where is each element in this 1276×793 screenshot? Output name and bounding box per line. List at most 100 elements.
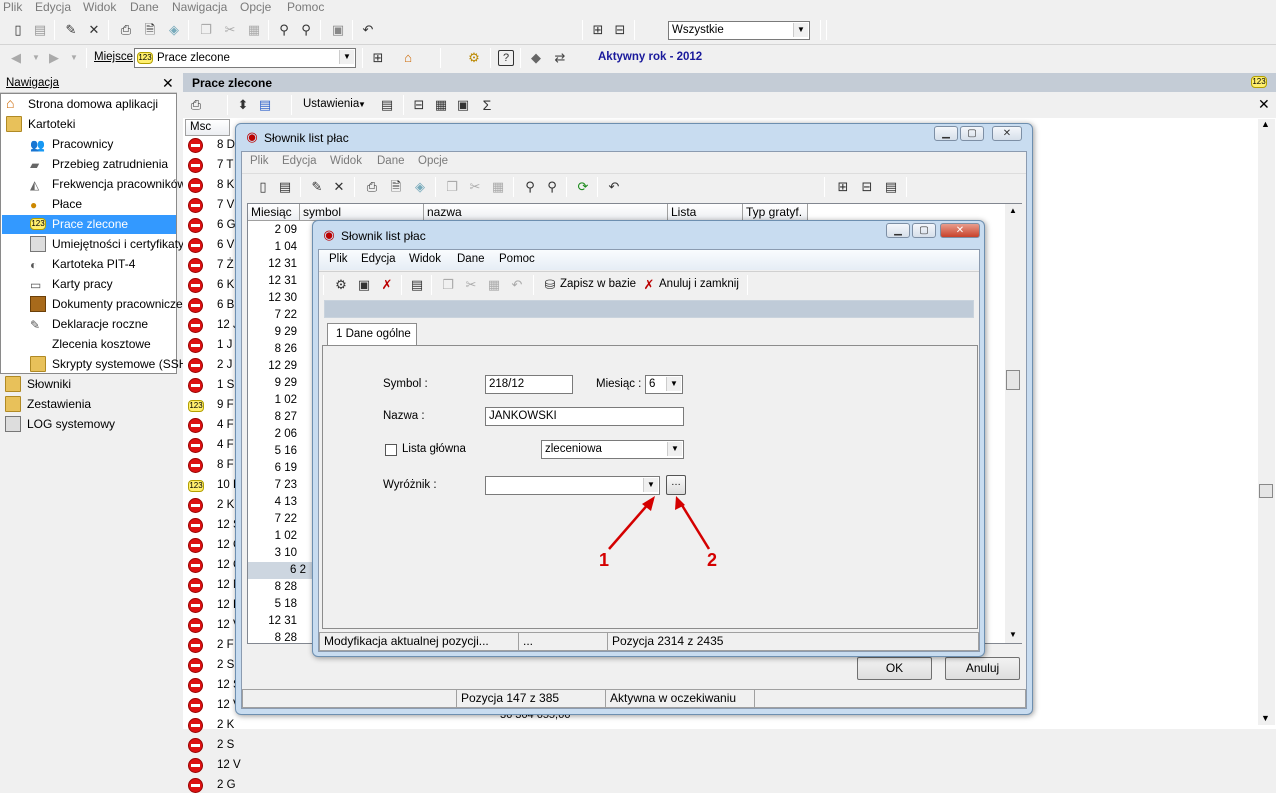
row-month[interactable]: 12 V <box>217 759 241 771</box>
chevron-down-icon[interactable]: ▼ <box>28 50 44 66</box>
table-row[interactable]: 12 31 <box>248 273 300 290</box>
table-row[interactable]: 12 29 <box>248 358 300 375</box>
col-lista-header[interactable]: Lista główna? <box>668 204 743 235</box>
properties-icon[interactable]: ▤ <box>409 277 425 293</box>
table-row[interactable]: 4 13 <box>248 494 300 511</box>
main-list-checkbox[interactable] <box>385 444 397 456</box>
table-row[interactable]: 8 26 <box>248 341 300 358</box>
paste-icon[interactable]: ▦ <box>246 22 262 38</box>
table-row[interactable]: 7 22 <box>248 307 300 324</box>
table-row[interactable]: 2 06 <box>248 426 300 443</box>
inner-menu-dane[interactable]: Dane <box>457 253 485 265</box>
row-month[interactable]: 8 D <box>217 139 235 151</box>
grid-icon[interactable]: ▤ <box>257 97 273 113</box>
row-month[interactable]: 6 V <box>217 239 234 251</box>
symbol-field[interactable]: 218/12 <box>485 375 573 394</box>
close-button[interactable]: ✕ <box>992 126 1022 141</box>
discard-icon[interactable]: ✗ <box>379 277 395 293</box>
filter-select[interactable]: Wszystkie ▼ <box>668 21 810 40</box>
ok-button[interactable]: OK <box>857 657 932 680</box>
new-document-icon[interactable]: ▯ <box>10 22 26 38</box>
undo-icon[interactable]: ↶ <box>606 179 622 195</box>
find-icon[interactable]: ⚲ <box>522 179 538 195</box>
undo-icon[interactable]: ↶ <box>509 277 525 293</box>
chevron-down-icon[interactable]: ▼ <box>793 23 808 37</box>
table-row[interactable]: 9 29 <box>248 324 300 341</box>
table-row[interactable]: 7 23 <box>248 477 300 494</box>
menu-plik[interactable]: Plik <box>3 0 22 14</box>
table-row[interactable]: 9 29 <box>248 375 300 392</box>
sort-icon[interactable]: ⬍ <box>235 97 251 113</box>
cut-icon[interactable]: ✂ <box>467 179 483 195</box>
inner-menu-widok[interactable]: Widok <box>409 253 441 265</box>
export-icon[interactable]: ◈ <box>166 22 182 38</box>
table-row[interactable]: 3 10 <box>248 545 300 562</box>
outer-menu-dane[interactable]: Dane <box>377 155 405 167</box>
cancel-button[interactable]: Anuluj <box>945 657 1020 680</box>
menu-pomoc[interactable]: Pomoc <box>287 0 324 14</box>
row-month[interactable]: 7 T <box>217 159 233 171</box>
undo-icon[interactable]: ↶ <box>360 22 376 38</box>
find-next-icon[interactable]: ⚲ <box>544 179 560 195</box>
tree-view-icon[interactable]: ⊞ <box>835 179 851 195</box>
table-row[interactable]: 8 28 <box>248 630 300 647</box>
table-row[interactable]: 1 04 <box>248 239 300 256</box>
row-month[interactable]: 2 S <box>217 659 234 671</box>
table-row[interactable]: 12 30 <box>248 290 300 307</box>
row-month[interactable]: 9 F <box>217 399 234 411</box>
cancel-close-button[interactable]: ✗ Anuluj i zamknij <box>641 275 741 295</box>
table-row[interactable]: 5 18 <box>248 596 300 613</box>
scroll-up-icon[interactable]: ▲ <box>1009 206 1017 215</box>
delete-icon[interactable]: ✕ <box>331 179 347 195</box>
month-select[interactable]: 6 ▼ <box>645 375 683 394</box>
row-month[interactable]: 4 F <box>217 439 234 451</box>
chevron-down-icon[interactable]: ▼ <box>667 442 682 456</box>
delete-icon[interactable]: ✕ <box>86 22 102 38</box>
table-row[interactable]: 8 28 <box>248 579 300 596</box>
col-typ-header[interactable]: Typ gratyf. <box>743 204 808 221</box>
chevron-down-icon[interactable]: ▼ <box>66 50 82 66</box>
row-month[interactable]: 1 J <box>217 339 232 351</box>
properties-icon[interactable]: ▤ <box>379 97 395 113</box>
menu-dane[interactable]: Dane <box>130 0 159 14</box>
chevron-down-icon[interactable]: ▼ <box>339 50 354 64</box>
gears-icon[interactable]: ⚙ <box>466 50 482 66</box>
print-preview-icon[interactable]: 🗎 <box>388 179 404 195</box>
save-button[interactable]: ⛁ Zapisz w bazie <box>542 275 638 295</box>
row-month[interactable]: 2 F <box>217 639 234 651</box>
forward-icon[interactable]: ▶ <box>46 50 62 66</box>
row-month[interactable]: 2 J <box>217 359 232 371</box>
table-row[interactable]: 1 02 <box>248 528 300 545</box>
tab-dane-ogolne[interactable]: 1 Dane ogólne <box>327 323 417 345</box>
layers-icon[interactable]: ◆ <box>528 50 544 66</box>
menu-nawigacja[interactable]: Nawigacja <box>172 0 227 14</box>
row-month[interactable]: 7 Ż <box>217 259 234 271</box>
back-icon[interactable]: ◀ <box>8 50 24 66</box>
layout-icon[interactable]: ▤ <box>883 179 899 195</box>
outer-menu-widok[interactable]: Widok <box>330 155 362 167</box>
inner-menu-plik[interactable]: Plik <box>329 253 348 265</box>
menu-widok[interactable]: Widok <box>83 0 116 14</box>
close-icon[interactable]: ✕ <box>162 75 174 92</box>
outer-menu-edycja[interactable]: Edycja <box>282 155 317 167</box>
save-icon[interactable]: ▣ <box>356 277 372 293</box>
copy-icon[interactable]: ❐ <box>440 277 456 293</box>
properties-icon[interactable]: ▤ <box>32 22 48 38</box>
table-row[interactable]: 8 27 <box>248 409 300 426</box>
scroll-down-icon[interactable]: ▼ <box>1009 630 1017 639</box>
close-icon[interactable]: ✕ <box>1258 96 1270 113</box>
type-select[interactable]: zleceniowa ▼ <box>541 440 684 459</box>
col-nazwa-header[interactable]: nazwa <box>424 204 668 221</box>
menu-opcje[interactable]: Opcje <box>240 0 271 14</box>
settings-menu[interactable]: Ustawienia <box>303 98 359 110</box>
copy-icon[interactable]: ❐ <box>198 22 214 38</box>
export-icon[interactable]: ⊟ <box>411 97 427 113</box>
row-month[interactable]: 6 G <box>217 219 236 231</box>
calc-icon[interactable]: ▣ <box>455 97 471 113</box>
find-icon[interactable]: ⚲ <box>276 22 292 38</box>
row-month[interactable]: 4 F <box>217 419 234 431</box>
table-row[interactable]: 5 16 <box>248 443 300 460</box>
inner-menu-pomoc[interactable]: Pomoc <box>499 253 535 265</box>
table-row[interactable]: 12 31 <box>248 613 300 630</box>
copy-icon[interactable]: ❐ <box>444 179 460 195</box>
